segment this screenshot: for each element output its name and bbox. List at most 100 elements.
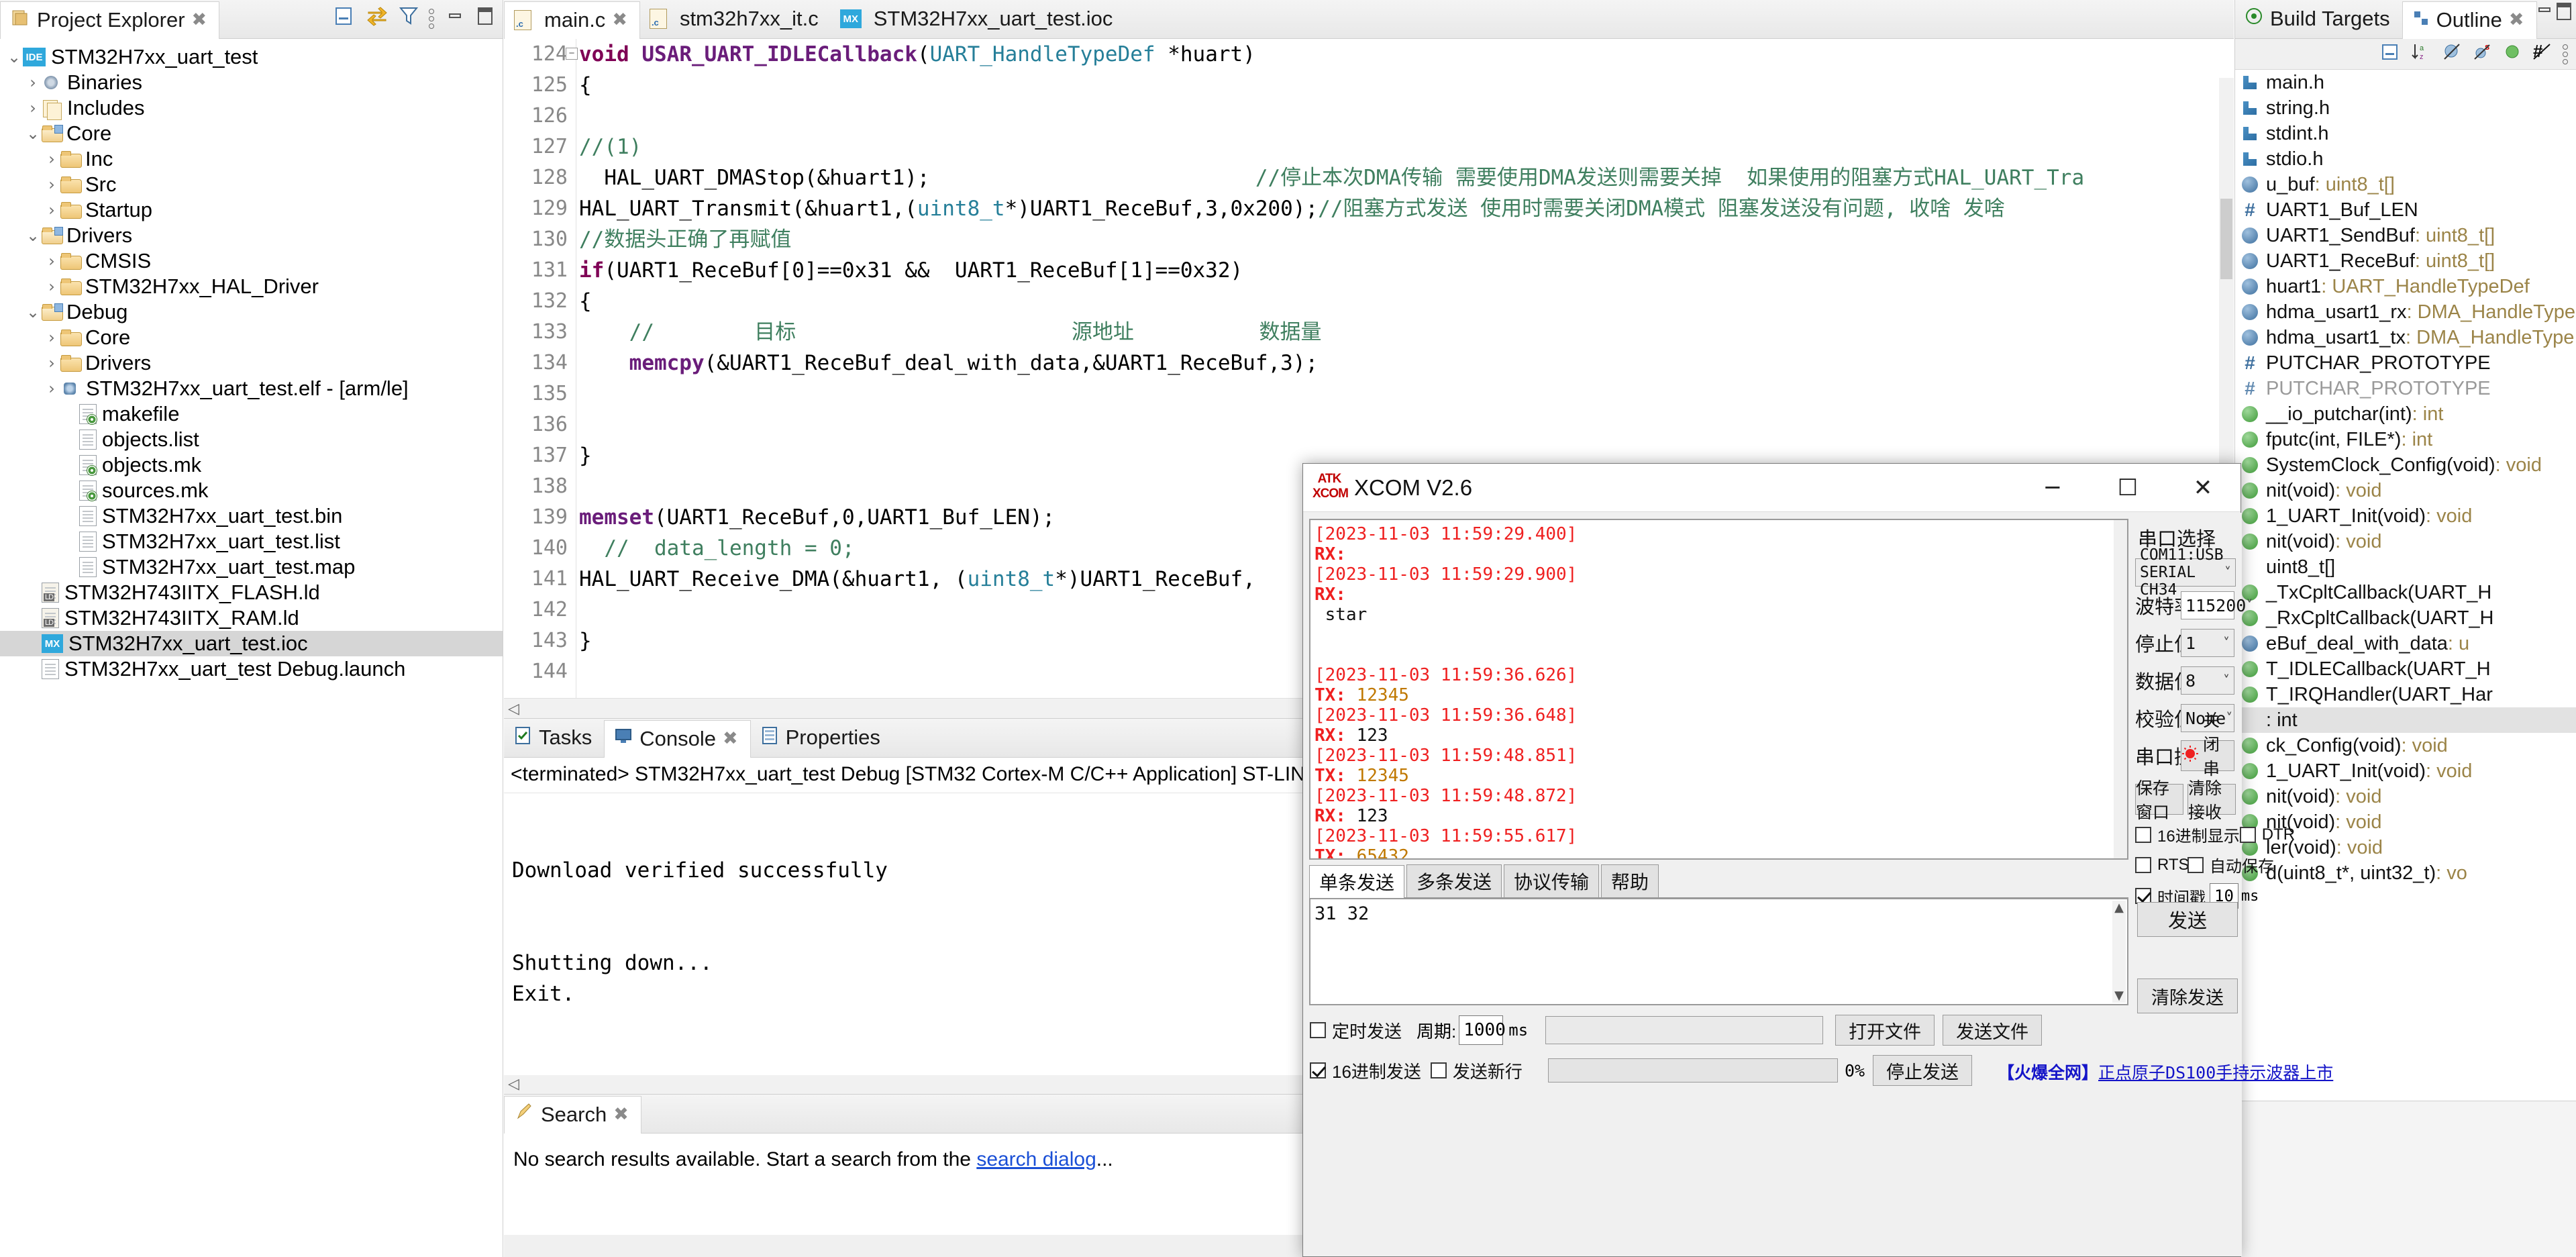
send-mode-tabs[interactable]: 单条发送 多条发送 协议传输 帮助	[1309, 864, 2128, 898]
outline-item[interactable]: string.h	[2235, 95, 2576, 121]
outline-item[interactable]: d(uint8_t*, uint32_t) : vo	[2235, 860, 2576, 886]
outline-item[interactable]: eBuf_deal_with_data : u	[2235, 631, 2576, 656]
project-tree[interactable]: ⌄ IDE STM32H7xx_uart_test › Binaries › Include…	[0, 40, 503, 1257]
tree-item[interactable]: STM32H7xx_uart_test.list	[0, 529, 503, 554]
tree-item[interactable]: › Startup	[0, 197, 503, 223]
tree-item[interactable]: › Drivers	[0, 350, 503, 376]
tree-item[interactable]: ⌄ IDE STM32H7xx_uart_test	[0, 44, 503, 70]
close-icon[interactable]: ✖	[192, 9, 207, 30]
receive-textarea[interactable]: [2023-11-03 11:59:29.400] RX: [2023-11-03 …	[1309, 519, 2128, 860]
tree-item[interactable]: objects.list	[0, 427, 503, 452]
send-newline-checkbox[interactable]: 发送新行	[1430, 1058, 1523, 1083]
code-line[interactable]: HAL_UART_DMAStop(&huart1); //停止本次DMA传输 需…	[579, 162, 2234, 193]
chevron-right-icon[interactable]: ›	[43, 328, 60, 347]
fold-toggle-icon[interactable]: −	[566, 48, 578, 60]
outline-item[interactable]: nit(void) : void	[2235, 529, 2576, 554]
outline-item[interactable]: T_IRQHandler(UART_Har	[2235, 682, 2576, 707]
code-line[interactable]: if(UART1_ReceBuf[0]==0x31 && UART1_ReceB…	[579, 255, 2234, 286]
console-tab-properties[interactable]: Properties	[751, 719, 892, 757]
outline-item[interactable]: 1_UART_Init(void) : void	[2235, 758, 2576, 784]
maximize-icon[interactable]	[476, 6, 495, 32]
tree-item[interactable]: › STM32H7xx_HAL_Driver	[0, 274, 503, 299]
chevron-down-icon[interactable]: ⌄	[24, 303, 42, 321]
minimize-icon[interactable]	[445, 7, 465, 30]
stop-send-button[interactable]: 停止发送	[1873, 1055, 1973, 1086]
outline-item[interactable]: stdio.h	[2235, 146, 2576, 172]
code-line[interactable]	[579, 379, 2234, 409]
view-menu-icon[interactable]	[2563, 44, 2568, 64]
tab-project-explorer[interactable]: Project Explorer ✖	[0, 1, 220, 39]
chevron-right-icon[interactable]: ›	[43, 175, 60, 194]
tree-item[interactable]: LD STM32H743IITX_RAM.ld	[0, 605, 503, 631]
outline-item[interactable]: UART1_ReceBuf : uint8_t[]	[2235, 248, 2576, 274]
outline-item[interactable]: SystemClock_Config(void) : void	[2235, 452, 2576, 478]
close-icon[interactable]: ✖	[613, 1104, 629, 1125]
outline-item[interactable]: __io_putchar(int) : int	[2235, 401, 2576, 427]
baud-select[interactable]: 115200 ˅	[2181, 591, 2253, 619]
tree-item[interactable]: objects.mk	[0, 452, 503, 478]
tree-item[interactable]: › Includes	[0, 95, 503, 121]
tree-item[interactable]: › CMSIS	[0, 248, 503, 274]
outline-item[interactable]: hdma_usart1_rx : DMA_HandleType	[2235, 299, 2576, 325]
hide-nonpublic-icon[interactable]	[2504, 43, 2521, 66]
code-line[interactable]: //(1)	[579, 132, 2234, 162]
hide-fields-icon[interactable]	[2442, 42, 2462, 67]
send-textarea[interactable]: 31 32 ▲ ▼	[1309, 898, 2128, 1005]
stopbits-select[interactable]: 1 ˅	[2181, 629, 2234, 657]
ad-link-text[interactable]: 正点原子DS100手持示波器上市	[2098, 1063, 2333, 1083]
com-port-select[interactable]: COM11:USB-SERIAL CH34 ˅	[2135, 546, 2236, 599]
chevron-right-icon[interactable]: ›	[24, 99, 42, 117]
outline-tab-build-targets[interactable]: Build Targets	[2235, 1, 2402, 38]
send-file-button[interactable]: 发送文件	[1943, 1015, 2043, 1046]
outline-item[interactable]: uint8_t[]	[2235, 554, 2576, 580]
scroll-left-arrow[interactable]: ◁	[508, 700, 519, 717]
maximize-icon[interactable]	[2555, 1, 2573, 27]
outline-item[interactable]: nit(void) : void	[2235, 478, 2576, 503]
hide-macros-icon[interactable]: #	[2532, 41, 2552, 67]
code-line[interactable]: // 目标 源地址 数据量	[579, 317, 2234, 348]
close-port-button[interactable]: 关闭串口	[2181, 711, 2234, 803]
code-line[interactable]: {	[579, 286, 2234, 317]
tree-item[interactable]: STM32H7xx_uart_test Debug.launch	[0, 656, 503, 682]
scroll-up-arrow[interactable]: ▲	[2114, 901, 2124, 915]
tree-item[interactable]: makefile	[0, 401, 503, 427]
outline-item[interactable]: UART1_SendBuf : uint8_t[]	[2235, 223, 2576, 248]
receive-scrollbar[interactable]	[2114, 520, 2127, 858]
advertisement-banner[interactable]: 【火爆全网】正点原子DS100手持示波器上市	[1998, 1060, 2333, 1084]
hide-static-icon[interactable]: s	[2473, 42, 2493, 67]
outline-item[interactable]: fputc(int, FILE*) : int	[2235, 427, 2576, 452]
close-icon[interactable]: ✖	[612, 9, 627, 30]
tree-item[interactable]: ⌄ Core	[0, 121, 503, 146]
view-menu-icon[interactable]	[429, 9, 434, 29]
code-line[interactable]: void USAR_UART_IDLECallback(UART_HandleT…	[579, 39, 2234, 70]
outline-item[interactable]: T_IDLECallback(UART_H	[2235, 656, 2576, 682]
tree-item[interactable]: ⌄ Debug	[0, 299, 503, 325]
open-file-button[interactable]: 打开文件	[1835, 1015, 1935, 1046]
send-button[interactable]: 发送	[2137, 902, 2238, 937]
file-path-input[interactable]	[1545, 1016, 1824, 1044]
hex-display-checkbox[interactable]: 16进制显示	[2135, 823, 2240, 846]
send-tab-0[interactable]: 单条发送	[1309, 865, 1405, 898]
tree-item[interactable]: › Binaries	[0, 70, 503, 95]
hex-send-checkbox[interactable]: 16进制发送	[1310, 1058, 1421, 1083]
outline-item[interactable]: ck_Config(void) : void	[2235, 733, 2576, 758]
chevron-right-icon[interactable]: ›	[43, 252, 60, 270]
tree-item[interactable]: LD STM32H743IITX_FLASH.ld	[0, 580, 503, 605]
editor-tab-stm32h7xx-uart-test-ioc[interactable]: MX STM32H7xx_uart_test.ioc	[831, 1, 1125, 38]
chevron-down-icon[interactable]: ⌄	[24, 226, 42, 245]
chevron-right-icon[interactable]: ›	[43, 354, 60, 372]
period-input[interactable]: 1000	[1459, 1015, 1506, 1045]
tree-item[interactable]: MX STM32H7xx_uart_test.ioc	[0, 631, 503, 656]
clear-receive-button[interactable]: 清除接收	[2187, 779, 2236, 822]
outline-item[interactable]: _TxCpltCallback(UART_H	[2235, 580, 2576, 605]
rts-checkbox[interactable]: RTS	[2135, 853, 2189, 876]
chevron-right-icon[interactable]: ›	[43, 277, 60, 296]
send-tab-3[interactable]: 帮助	[1601, 864, 1659, 897]
save-window-button[interactable]: 保存窗口	[2135, 779, 2183, 822]
tree-item[interactable]: STM32H7xx_uart_test.map	[0, 554, 503, 580]
autosave-checkbox[interactable]: 自动保存	[2187, 853, 2274, 876]
tree-item[interactable]: sources.mk	[0, 478, 503, 503]
tree-item[interactable]: › Inc	[0, 146, 503, 172]
collapse-all-icon[interactable]	[2380, 42, 2400, 67]
databits-select[interactable]: 8 ˅	[2181, 666, 2234, 695]
